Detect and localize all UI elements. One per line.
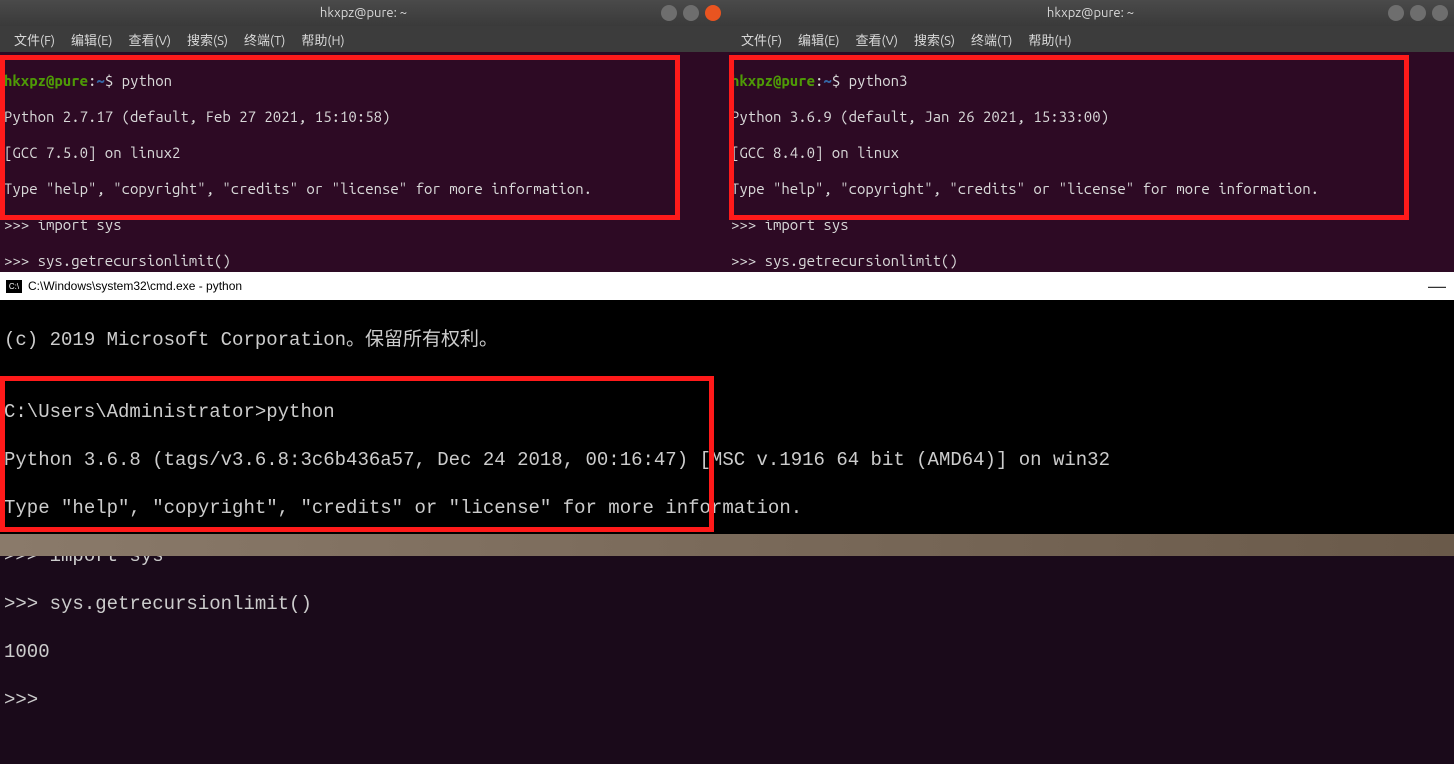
maximize-button[interactable]	[683, 5, 699, 21]
menu-file[interactable]: 文件(F)	[8, 28, 61, 51]
minimize-button[interactable]: —	[1428, 276, 1446, 297]
output-line: (c) 2019 Microsoft Corporation。保留所有权利。	[4, 328, 1450, 352]
menu-edit[interactable]: 编辑(E)	[65, 28, 118, 51]
repl-line: >>> sys.getrecursionlimit()	[4, 592, 1450, 616]
menu-terminal[interactable]: 终端(T)	[965, 28, 1018, 51]
output-line: Python 2.7.17 (default, Feb 27 2021, 15:…	[4, 108, 723, 126]
output-line: C:\Users\Administrator>python	[4, 400, 1450, 424]
cmd-title: C:\Windows\system32\cmd.exe - python	[28, 279, 242, 293]
prompt-path: ~	[96, 72, 104, 89]
command: python3	[849, 72, 908, 89]
cmd-window: C:\ C:\Windows\system32\cmd.exe - python…	[0, 272, 1454, 556]
output-line: Python 3.6.8 (tags/v3.6.8:3c6b436a57, De…	[4, 448, 1450, 472]
window-title: hkxpz@pure: ~	[0, 6, 727, 20]
prompt-user: hkxpz@pure	[4, 72, 88, 89]
menu-edit[interactable]: 编辑(E)	[792, 28, 845, 51]
bottom-background	[0, 534, 1454, 556]
prompt-user: hkxpz@pure	[731, 72, 815, 89]
repl-line: >>> sys.getrecursionlimit()	[731, 252, 1450, 270]
repl-line: >>> import sys	[731, 216, 1450, 234]
menu-view[interactable]: 查看(V)	[850, 28, 904, 51]
prompt-path: ~	[823, 72, 831, 89]
titlebar-left[interactable]: hkxpz@pure: ~	[0, 0, 727, 26]
command: python	[122, 72, 172, 89]
cmd-output[interactable]: (c) 2019 Microsoft Corporation。保留所有权利。 C…	[0, 300, 1454, 764]
prompt-end: $	[832, 72, 849, 89]
menu-search[interactable]: 搜索(S)	[181, 28, 234, 51]
output-line: 1000	[4, 640, 1450, 664]
close-button[interactable]	[705, 5, 721, 21]
output-line: Type "help", "copyright", "credits" or "…	[4, 496, 1450, 520]
output-line: Type "help", "copyright", "credits" or "…	[4, 180, 723, 198]
output-line: [GCC 7.5.0] on linux2	[4, 144, 723, 162]
close-button[interactable]	[1432, 5, 1448, 21]
menubar-left: 文件(F) 编辑(E) 查看(V) 搜索(S) 终端(T) 帮助(H)	[0, 26, 727, 52]
cmd-titlebar[interactable]: C:\ C:\Windows\system32\cmd.exe - python…	[0, 272, 1454, 300]
linux-terminal-left: hkxpz@pure: ~ 文件(F) 编辑(E) 查看(V) 搜索(S) 终端…	[0, 0, 727, 272]
menu-file[interactable]: 文件(F)	[735, 28, 788, 51]
minimize-button[interactable]	[1388, 5, 1404, 21]
minimize-button[interactable]	[661, 5, 677, 21]
menu-terminal[interactable]: 终端(T)	[238, 28, 291, 51]
menu-view[interactable]: 查看(V)	[123, 28, 177, 51]
cmd-icon: C:\	[6, 280, 22, 293]
menu-help[interactable]: 帮助(H)	[295, 28, 350, 51]
maximize-button[interactable]	[1410, 5, 1426, 21]
repl-line: >>> sys.getrecursionlimit()	[4, 252, 723, 270]
menu-help[interactable]: 帮助(H)	[1022, 28, 1077, 51]
output-line: Type "help", "copyright", "credits" or "…	[731, 180, 1450, 198]
window-title: hkxpz@pure: ~	[727, 6, 1454, 20]
prompt-end: $	[105, 72, 122, 89]
menu-search[interactable]: 搜索(S)	[908, 28, 961, 51]
output-line: [GCC 8.4.0] on linux	[731, 144, 1450, 162]
repl-line: >>> import sys	[4, 216, 723, 234]
menubar-right: 文件(F) 编辑(E) 查看(V) 搜索(S) 终端(T) 帮助(H)	[727, 26, 1454, 52]
output-line: Python 3.6.9 (default, Jan 26 2021, 15:3…	[731, 108, 1450, 126]
titlebar-right[interactable]: hkxpz@pure: ~	[727, 0, 1454, 26]
repl-prompt: >>>	[4, 688, 1450, 712]
linux-terminal-right: hkxpz@pure: ~ 文件(F) 编辑(E) 查看(V) 搜索(S) 终端…	[727, 0, 1454, 272]
